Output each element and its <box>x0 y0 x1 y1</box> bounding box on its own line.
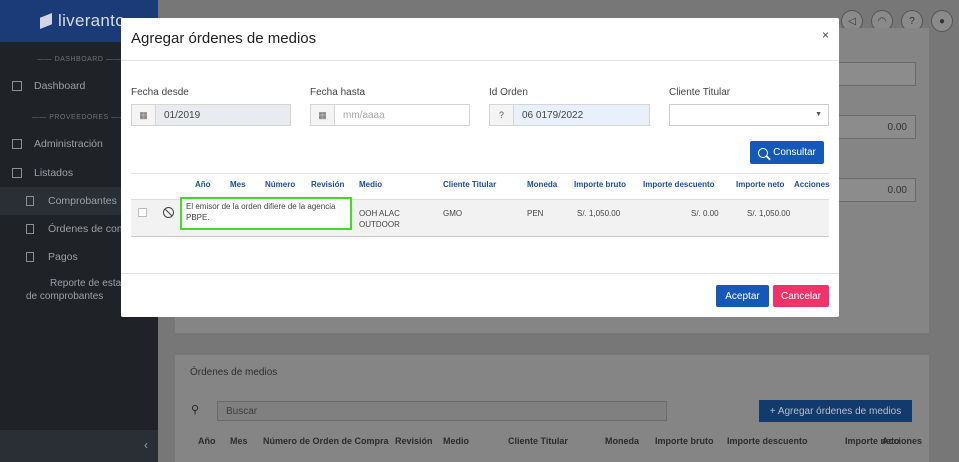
column-header: Año <box>195 180 211 189</box>
search-input[interactable]: Buscar <box>217 401 667 421</box>
column-header: Número de Orden de Compra <box>263 436 389 446</box>
column-header: Medio <box>443 436 469 446</box>
sidebar-item-label: Listados <box>34 166 74 179</box>
ban-icon <box>163 207 174 218</box>
divider <box>121 273 839 274</box>
cliente-titular-label: Cliente Titular <box>669 87 731 98</box>
column-header: Moneda <box>605 436 640 446</box>
fecha-desde-field[interactable]: ▦ 01/2019 <box>131 104 291 126</box>
column-header: Revisión <box>311 180 345 189</box>
column-header: Importe descuento <box>643 180 715 189</box>
warning-tooltip: El emisor de la orden difiere de la agen… <box>180 197 352 230</box>
document-icon <box>26 196 34 206</box>
calendar-icon: ▦ <box>311 105 335 125</box>
logo-text: liveranto <box>58 11 125 30</box>
sidebar-item-label: Pagos <box>48 251 78 263</box>
sidebar-item-label: Dashboard <box>34 79 86 92</box>
cell-importe-neto: S/. 1,050.00 <box>747 209 791 218</box>
table-row: El emisor de la orden difiere de la agen… <box>131 197 829 237</box>
amount-field-1: 0.00 <box>838 115 916 139</box>
column-header: Acciones <box>882 436 923 446</box>
document-icon <box>26 252 34 262</box>
fecha-hasta-placeholder: mm/aaaa <box>343 109 385 121</box>
sidebar-item-label: Órdenes de com <box>48 223 126 235</box>
add-orders-modal: Agregar órdenes de medios × Fecha desde … <box>121 18 839 317</box>
id-orden-label: Id Orden <box>489 87 528 98</box>
section-title: Órdenes de medios <box>190 367 278 378</box>
sidebar-collapse-button[interactable]: ‹ <box>0 430 158 462</box>
dropdown-field[interactable] <box>838 62 916 86</box>
document-icon <box>26 224 34 234</box>
column-header: Medio <box>359 180 383 189</box>
column-header: Mes <box>230 180 246 189</box>
amount-field-2: 0.00 <box>838 178 916 202</box>
fecha-desde-label: Fecha desde <box>131 87 189 98</box>
wrench-icon <box>12 138 22 149</box>
column-header: Cliente Titular <box>508 436 568 446</box>
fecha-hasta-field[interactable]: ▦ mm/aaaa <box>310 104 470 126</box>
chevron-left-icon: ‹ <box>144 438 148 452</box>
modal-title: Agregar órdenes de medios <box>131 30 317 47</box>
fecha-desde-value: 01/2019 <box>156 105 290 125</box>
id-orden-field[interactable]: ? 06 0179/2022 <box>489 104 650 126</box>
user-icon[interactable]: ● <box>931 10 953 32</box>
sidebar-item-label: Comprobantes <box>48 195 117 207</box>
cell-medio: OOH ALAC OUTDOOR <box>359 209 400 229</box>
consultar-button[interactable]: Consultar <box>750 141 824 164</box>
calendar-icon: ▦ <box>132 105 156 125</box>
close-icon[interactable]: × <box>822 28 829 42</box>
column-header: Importe descuento <box>727 436 808 446</box>
fecha-hasta-label: Fecha hasta <box>310 87 366 98</box>
dashboard-icon <box>12 80 22 91</box>
divider <box>131 173 829 174</box>
add-orders-button[interactable]: + Agregar órdenes de medios <box>759 400 912 422</box>
column-header: Cliente Titular <box>443 180 497 189</box>
row-checkbox[interactable] <box>138 208 147 217</box>
cell-cliente: GMO <box>443 209 463 218</box>
cell-moneda: PEN <box>527 209 544 218</box>
cell-importe-descuento: S/. 0.00 <box>691 209 719 218</box>
chevron-down-icon: ▼ <box>815 111 822 118</box>
cell-importe-bruto: S/. 1,050.00 <box>577 209 621 218</box>
column-header: Importe bruto <box>655 436 714 446</box>
divider <box>121 60 839 61</box>
list-icon <box>12 167 22 178</box>
search-icon <box>758 147 769 158</box>
column-header: Moneda <box>527 180 558 189</box>
column-header: Mes <box>230 436 248 446</box>
cliente-titular-select[interactable]: ▼ <box>669 104 829 126</box>
column-header: Año <box>198 436 216 446</box>
modal-table-header: Año Mes Número Revisión Medio Cliente Ti… <box>131 180 830 198</box>
consultar-label: Consultar <box>773 147 816 158</box>
aceptar-button[interactable]: Aceptar <box>716 285 769 307</box>
column-header: Revisión <box>395 436 433 446</box>
column-header: Importe bruto <box>574 180 626 189</box>
logo-mark-icon <box>40 13 52 29</box>
help-icon: ? <box>490 105 514 125</box>
id-orden-value: 06 0179/2022 <box>514 105 649 125</box>
column-header: Importe neto <box>736 180 785 189</box>
column-header: Acciones <box>794 180 830 189</box>
sidebar-item-label: Administración <box>34 137 103 150</box>
column-header: Número <box>265 180 296 189</box>
search-icon: ⚲ <box>191 404 200 416</box>
cancelar-button[interactable]: Cancelar <box>773 285 829 307</box>
